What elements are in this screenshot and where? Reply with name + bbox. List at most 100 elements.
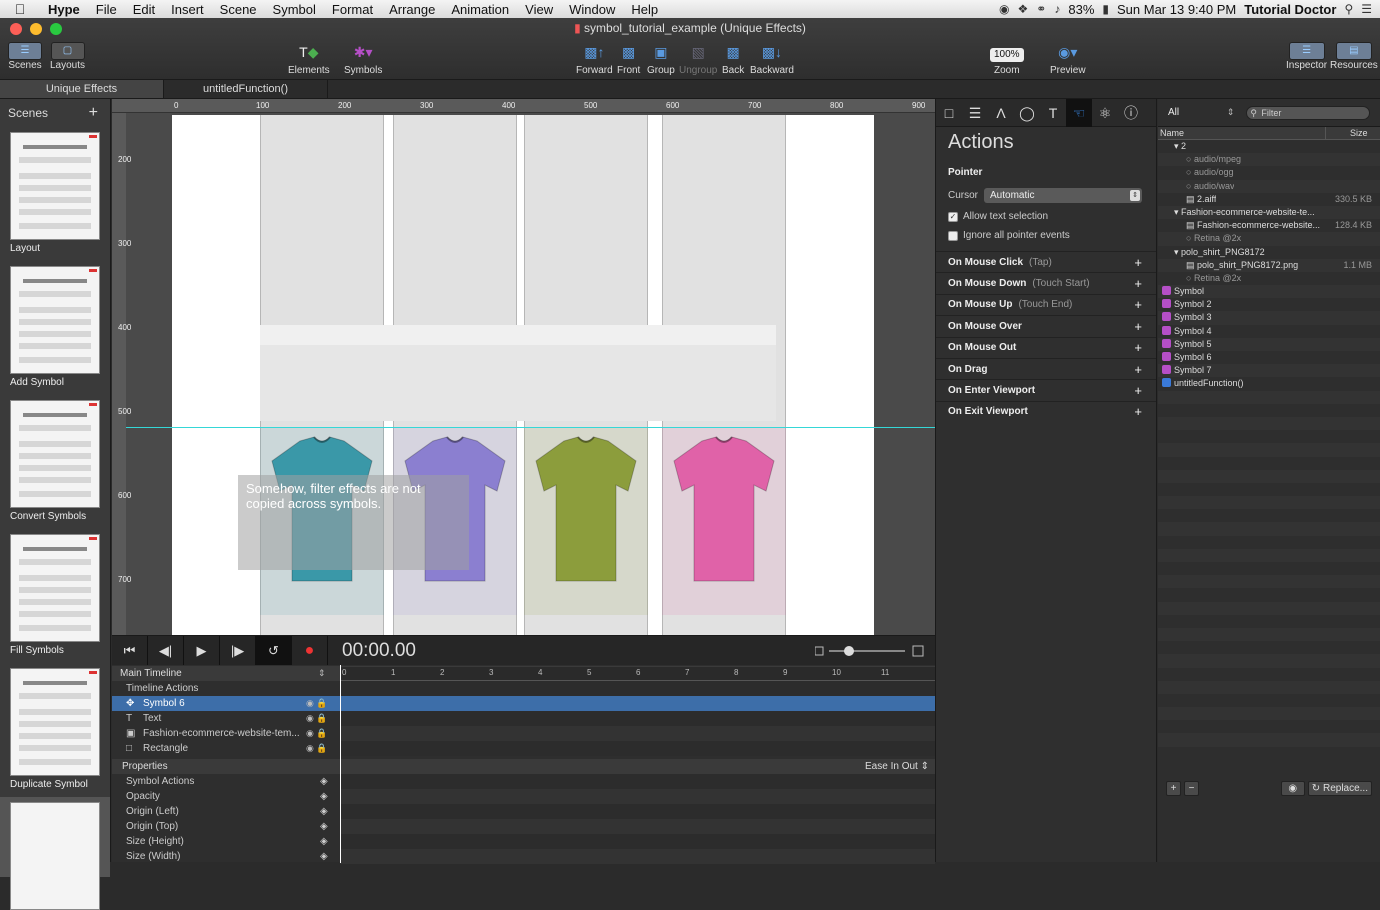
scene-thumbnail[interactable]: [10, 132, 100, 240]
event-row[interactable]: On Drag +: [936, 357, 1156, 379]
scene-inspector-icon[interactable]: ☰: [962, 99, 988, 127]
playhead[interactable]: [340, 665, 341, 863]
resource-row[interactable]: ▤ 2.aiff 330.5 KB: [1158, 193, 1380, 206]
add-action-icon[interactable]: +: [1134, 319, 1142, 334]
menu-edit[interactable]: Edit: [125, 2, 163, 17]
dropbox-icon[interactable]: ❖: [1018, 2, 1029, 16]
scene-item[interactable]: Duplicate Symbol: [0, 663, 110, 797]
layer-track[interactable]: [340, 741, 935, 756]
scene-item[interactable]: Add Symbol: [0, 261, 110, 395]
keyframe-icon[interactable]: ◈: [320, 804, 328, 819]
add-action-icon[interactable]: +: [1134, 255, 1142, 270]
volume-icon[interactable]: ♪: [1054, 2, 1060, 16]
physics-inspector-icon[interactable]: ⚛: [1092, 99, 1118, 127]
allow-text-row[interactable]: ✓ Allow text selection: [936, 207, 1156, 226]
elements-button[interactable]: T◆ Elements: [288, 42, 330, 76]
timeline-layer-row[interactable]: Timeline Actions: [112, 681, 935, 696]
timeline-zoom-slider[interactable]: [815, 644, 925, 658]
menu-clock[interactable]: Sun Mar 13 9:40 PM: [1117, 2, 1236, 17]
resources-toggle[interactable]: ▤ Resources: [1330, 42, 1378, 71]
property-row[interactable]: Size (Height) ◈: [112, 834, 935, 849]
notification-center-icon[interactable]: ☰: [1361, 2, 1372, 16]
scene-thumbnail[interactable]: [10, 668, 100, 776]
property-row[interactable]: Symbol Actions ◈: [112, 774, 935, 789]
record-status-icon[interactable]: ◉: [999, 2, 1009, 16]
timeline-layer-row[interactable]: T Text ◉ 🔒: [112, 711, 935, 726]
easing-select[interactable]: Ease In Out ⇕: [865, 759, 929, 774]
resource-row[interactable]: Symbol 2: [1158, 298, 1380, 311]
spotlight-icon[interactable]: ⚲: [1344, 2, 1353, 16]
step-forward-icon[interactable]: |▶: [220, 636, 256, 665]
preview-button[interactable]: ◉▾ Preview: [1050, 42, 1086, 76]
menu-animation[interactable]: Animation: [443, 2, 517, 17]
layouts-toggle[interactable]: ▢ Layouts: [50, 42, 85, 71]
shirt-symbol[interactable]: [524, 427, 648, 615]
add-action-icon[interactable]: +: [1134, 297, 1142, 312]
forward-button[interactable]: ▩↑ Forward: [576, 42, 613, 76]
menu-app[interactable]: Hype: [40, 2, 88, 17]
scene-item[interactable]: Layout: [0, 127, 110, 261]
loop-icon[interactable]: ↺: [256, 636, 292, 665]
preview-eye-icon[interactable]: ◉: [1280, 780, 1305, 796]
keyframe-icon[interactable]: ◈: [320, 819, 328, 834]
identity-inspector-icon[interactable]: ⓘ: [1118, 99, 1144, 127]
wifi-icon[interactable]: ⚭: [1036, 2, 1046, 16]
scene-item[interactable]: [0, 797, 110, 910]
scenes-toggle[interactable]: ☰ Scenes: [8, 42, 42, 71]
scene-thumbnail[interactable]: [10, 802, 100, 910]
resource-row[interactable]: Symbol 6: [1158, 351, 1380, 364]
keyframe-icon[interactable]: ◈: [320, 789, 328, 804]
event-row[interactable]: On Mouse Up (Touch End) +: [936, 293, 1156, 315]
resource-filter-input[interactable]: ⚲ Filter: [1246, 105, 1370, 120]
shirt-symbol[interactable]: [662, 427, 786, 615]
note-text-box[interactable]: Somehow, filter effects are not copied a…: [238, 475, 469, 570]
event-row[interactable]: On Mouse Click (Tap) +: [936, 251, 1156, 272]
menu-view[interactable]: View: [517, 2, 561, 17]
layer-track[interactable]: [340, 681, 935, 696]
layer-track[interactable]: [340, 711, 935, 726]
menu-symbol[interactable]: Symbol: [265, 2, 324, 17]
element-inspector-icon[interactable]: ◯: [1014, 99, 1040, 127]
keyframe-icon[interactable]: ◈: [320, 774, 328, 789]
resource-filter-select[interactable]: All ⇕: [1168, 107, 1238, 118]
resource-row[interactable]: Symbol 7: [1158, 364, 1380, 378]
actions-inspector-icon[interactable]: ☜: [1066, 98, 1092, 127]
add-action-icon[interactable]: +: [1134, 383, 1142, 398]
menu-user[interactable]: Tutorial Doctor: [1244, 2, 1336, 17]
group-button[interactable]: ▣ Group: [647, 42, 675, 76]
ignore-events-row[interactable]: Ignore all pointer events: [936, 226, 1156, 245]
scene-item[interactable]: Fill Symbols: [0, 529, 110, 663]
resource-row[interactable]: Symbol 3: [1158, 311, 1380, 325]
go-to-start-icon[interactable]: ⏮: [112, 636, 148, 665]
menu-help[interactable]: Help: [623, 2, 666, 17]
scene-canvas[interactable]: Somehow, filter effects are not copied a…: [172, 115, 874, 635]
resource-row[interactable]: Symbol 4: [1158, 325, 1380, 338]
resource-row[interactable]: ▾ 2: [1158, 140, 1380, 153]
ungroup-button[interactable]: ▧ Ungroup: [679, 42, 717, 76]
event-row[interactable]: On Mouse Out +: [936, 336, 1156, 358]
resource-row[interactable]: ○ audio/wav: [1158, 179, 1380, 193]
inspector-toggle[interactable]: ☰ Inspector: [1286, 42, 1327, 71]
menu-file[interactable]: File: [88, 2, 125, 17]
tab-untitled-function[interactable]: untitledFunction(): [164, 80, 328, 98]
resource-row[interactable]: ▤ Fashion-ecommerce-website... 128.4 KB: [1158, 219, 1380, 232]
resource-row[interactable]: ○ Retina @2x: [1158, 272, 1380, 285]
property-row[interactable]: Origin (Left) ◈: [112, 804, 935, 819]
name-column-header[interactable]: Name: [1158, 127, 1326, 139]
timeline-layer-row[interactable]: ▣ Fashion-ecommerce-website-tem... ◉ 🔒: [112, 726, 935, 741]
add-action-icon[interactable]: +: [1134, 340, 1142, 355]
add-action-icon[interactable]: +: [1134, 404, 1142, 419]
add-scene-icon[interactable]: +: [89, 99, 98, 127]
battery-level[interactable]: 83%: [1068, 2, 1094, 17]
resource-row[interactable]: untitledFunction(): [1158, 377, 1380, 390]
scene-thumbnail[interactable]: [10, 400, 100, 508]
resource-row[interactable]: Symbol 5: [1158, 337, 1380, 351]
resource-row[interactable]: ○ audio/ogg: [1158, 166, 1380, 179]
add-action-icon[interactable]: +: [1134, 276, 1142, 291]
property-track[interactable]: [340, 774, 935, 789]
symbols-button[interactable]: ✱▾ Symbols: [344, 42, 382, 76]
scene-editor[interactable]: 0 100 200 300 400 500 600 700 800 900 200 300 400 50…: [112, 99, 935, 635]
property-track[interactable]: [340, 819, 935, 834]
zoom-select[interactable]: 100%: [990, 42, 1024, 62]
replace-button[interactable]: ↻ Replace...: [1307, 780, 1372, 796]
